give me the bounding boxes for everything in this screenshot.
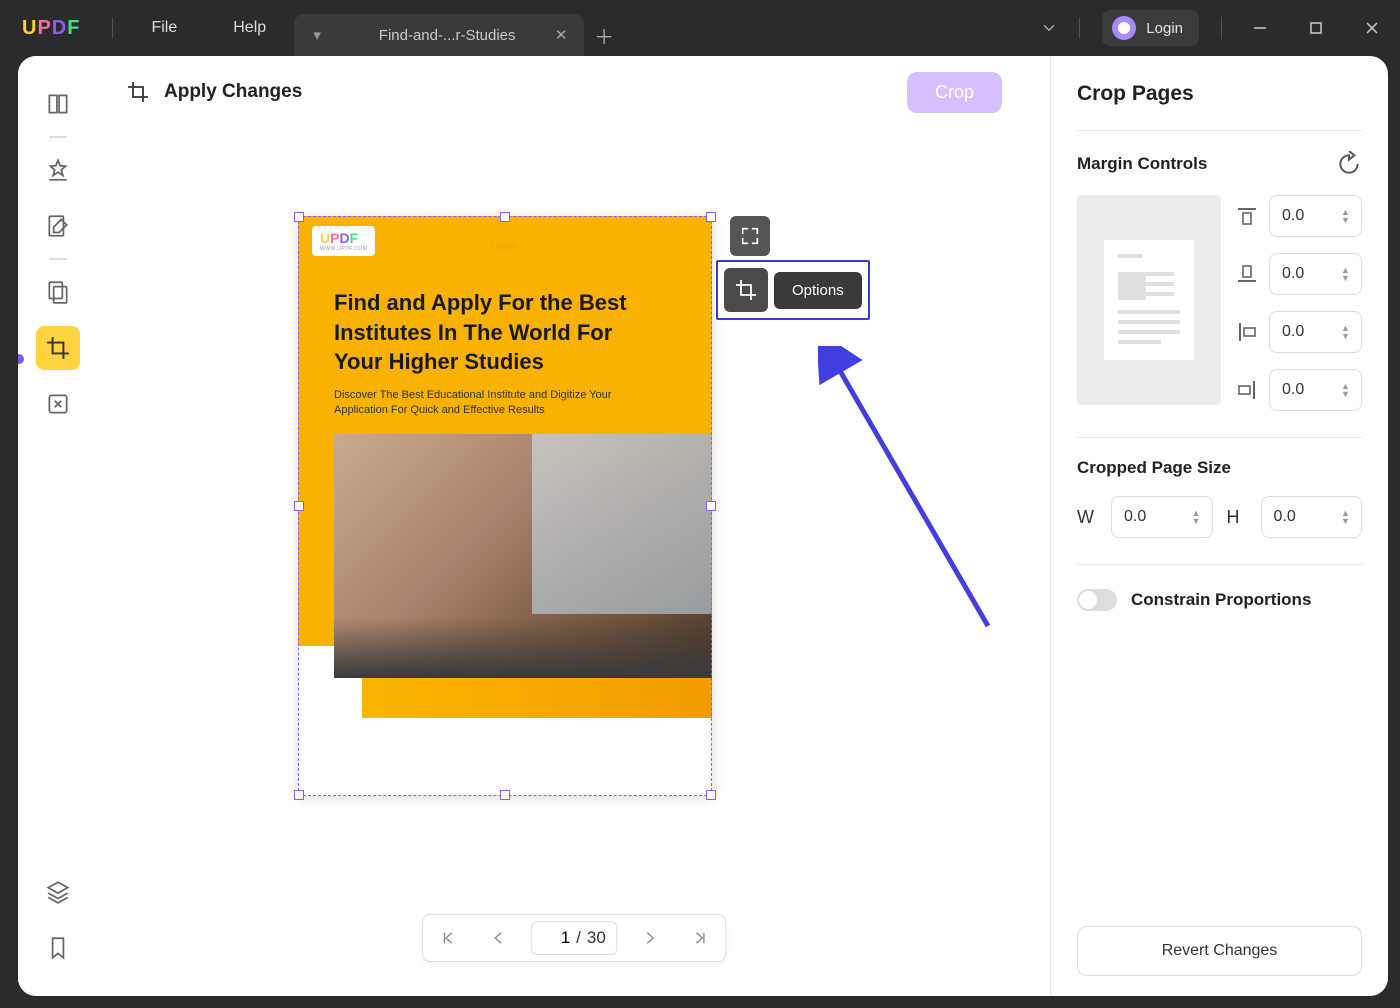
total-pages: 30 <box>587 928 606 948</box>
height-input[interactable] <box>1274 508 1338 526</box>
handle-top-left[interactable] <box>294 212 304 222</box>
margin-top-icon <box>1235 204 1259 228</box>
reader-tool[interactable] <box>36 82 80 126</box>
margin-top-input[interactable] <box>1282 207 1337 225</box>
tab-dropdown-icon[interactable]: ▾ <box>306 26 328 44</box>
tab-title: Find-and-...r-Studies <box>344 27 550 44</box>
cropped-size-label: Cropped Page Size <box>1077 458 1362 478</box>
main-frame: Apply Changes Crop UPDFWWW.UPDF.COM UPDF… <box>18 56 1388 996</box>
crop-options-button[interactable] <box>724 268 768 312</box>
spin-down[interactable]: ▼ <box>1341 216 1353 224</box>
organize-tool[interactable] <box>36 270 80 314</box>
page-navigation: / 30 <box>422 914 726 962</box>
handle-top-mid[interactable] <box>500 212 510 222</box>
next-page-button[interactable] <box>625 914 675 962</box>
login-label: Login <box>1146 20 1183 37</box>
window-minimize-icon[interactable] <box>1232 0 1288 56</box>
margin-left-icon <box>1235 320 1259 344</box>
handle-bottom-left[interactable] <box>294 790 304 800</box>
crop-tool[interactable] <box>36 326 80 370</box>
bookmark-icon[interactable] <box>36 926 80 970</box>
margin-bottom-input[interactable] <box>1282 265 1337 283</box>
prev-page-button[interactable] <box>473 914 523 962</box>
window-maximize-icon[interactable] <box>1288 0 1344 56</box>
edit-tool[interactable] <box>36 204 80 248</box>
crop-button[interactable]: Crop <box>907 72 1002 113</box>
last-page-button[interactable] <box>675 914 725 962</box>
margin-right-input[interactable] <box>1282 381 1337 399</box>
right-panel: Crop Pages Margin Controls <box>1050 56 1388 996</box>
width-label: W <box>1077 507 1097 528</box>
handle-bottom-right[interactable] <box>706 790 716 800</box>
handle-top-right[interactable] <box>706 212 716 222</box>
margin-controls-label: Margin Controls <box>1077 154 1207 174</box>
comment-tool[interactable] <box>36 148 80 192</box>
margin-left-input[interactable] <box>1282 323 1337 341</box>
document-page[interactable]: UPDFWWW.UPDF.COM UPDF Find and Apply For… <box>298 216 712 796</box>
margin-bottom-icon <box>1235 262 1259 286</box>
menu-file[interactable]: File <box>123 0 205 56</box>
window-close-icon[interactable] <box>1344 0 1400 56</box>
width-input[interactable] <box>1124 508 1188 526</box>
apply-changes-label: Apply Changes <box>164 81 302 103</box>
reset-margins-icon[interactable] <box>1336 151 1362 177</box>
constrain-toggle[interactable] <box>1077 589 1117 611</box>
page-sep: / <box>576 928 581 948</box>
margin-preview <box>1077 195 1221 405</box>
panel-title: Crop Pages <box>1077 82 1362 106</box>
options-tooltip: Options <box>774 272 862 309</box>
center-area: Apply Changes Crop UPDFWWW.UPDF.COM UPDF… <box>98 56 1050 996</box>
first-page-button[interactable] <box>423 914 473 962</box>
handle-left-mid[interactable] <box>294 501 304 511</box>
height-label: H <box>1227 507 1247 528</box>
handle-bottom-mid[interactable] <box>500 790 510 800</box>
current-page-input[interactable] <box>542 928 570 948</box>
options-highlight: Options <box>716 260 870 320</box>
annotation-arrow <box>818 346 1003 641</box>
left-toolbar <box>18 56 98 996</box>
constrain-label: Constrain Proportions <box>1131 590 1311 610</box>
menu-help[interactable]: Help <box>205 0 294 56</box>
margin-right-icon <box>1235 378 1259 402</box>
document-tab[interactable]: ▾ Find-and-...r-Studies ✕ <box>294 14 584 56</box>
layers-icon[interactable] <box>36 870 80 914</box>
divider <box>112 17 113 39</box>
app-logo: UPDF <box>22 17 80 40</box>
new-tab-button[interactable]: ＋ <box>584 15 624 55</box>
avatar-icon <box>1112 16 1136 40</box>
active-indicator-dot <box>18 354 24 364</box>
crop-icon <box>126 80 150 104</box>
crop-selection[interactable] <box>298 216 712 796</box>
tabs-dropdown-icon[interactable] <box>1029 8 1069 48</box>
fullscreen-button[interactable] <box>730 216 770 256</box>
titlebar: UPDF File Help ▾ Find-and-...r-Studies ✕… <box>0 0 1400 56</box>
tools-tool[interactable] <box>36 382 80 426</box>
login-button[interactable]: Login <box>1102 10 1199 46</box>
handle-right-mid[interactable] <box>706 501 716 511</box>
apply-bar: Apply Changes Crop <box>98 56 1050 128</box>
revert-button[interactable]: Revert Changes <box>1077 926 1362 976</box>
tab-close-icon[interactable]: ✕ <box>550 24 572 46</box>
